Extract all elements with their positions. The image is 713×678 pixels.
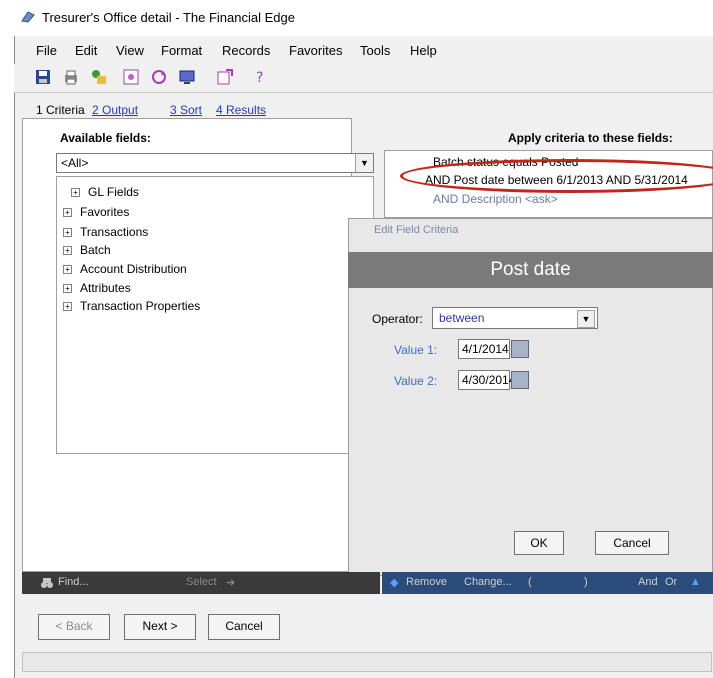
toolbar	[14, 64, 713, 93]
tree-item[interactable]: + Account Distribution	[63, 262, 187, 276]
screen-icon[interactable]	[178, 68, 196, 86]
remove-button[interactable]: Remove	[406, 576, 447, 588]
expand-icon[interactable]: +	[63, 228, 72, 238]
chevron-down-icon[interactable]: ▼	[577, 310, 595, 328]
tree-item[interactable]: + Transactions	[63, 225, 148, 239]
next-button[interactable]: Next >	[124, 614, 196, 640]
calendar-icon[interactable]	[511, 371, 529, 389]
fields-filter-combo[interactable]: <All> ▼	[56, 153, 374, 173]
expand-icon[interactable]: +	[63, 208, 72, 218]
wizard-cancel-button[interactable]: Cancel	[208, 614, 280, 640]
field-header-title: Post date	[490, 259, 571, 280]
change-button[interactable]: Change...	[464, 576, 512, 588]
menu-file[interactable]: File	[36, 43, 57, 58]
export-icon[interactable]	[216, 68, 234, 86]
fields-filter-value: <All>	[61, 156, 89, 170]
save-icon[interactable]	[34, 68, 52, 86]
tab-sort[interactable]: 3 Sort	[170, 103, 202, 117]
close-paren-button[interactable]: )	[584, 576, 588, 588]
tree-item[interactable]: + Favorites	[63, 205, 129, 219]
preview-icon[interactable]	[122, 68, 140, 86]
expand-icon[interactable]: +	[63, 302, 72, 312]
criteria-item[interactable]: AND Description <ask>	[433, 192, 558, 206]
tab-output[interactable]: 2 Output	[92, 103, 138, 117]
refresh-icon[interactable]	[150, 68, 168, 86]
arrow-left-icon: ◆	[390, 577, 399, 589]
value1-label: Value 1:	[394, 343, 438, 357]
tree-item[interactable]: + Attributes	[63, 281, 131, 295]
find-button[interactable]: Find...	[58, 576, 89, 588]
select-button[interactable]: Select	[186, 576, 217, 588]
expand-icon[interactable]: +	[71, 188, 80, 198]
arrow-up-icon[interactable]: ▲	[690, 576, 701, 588]
ok-button[interactable]: OK	[514, 531, 564, 555]
operator-label: Operator:	[372, 312, 423, 326]
window-title: Tresurer's Office detail - The Financial…	[42, 10, 295, 25]
available-fields-label: Available fields:	[60, 131, 151, 145]
tree-item[interactable]: + Transaction Properties	[63, 299, 200, 313]
value2-input[interactable]: 4/30/2014	[458, 370, 515, 390]
menu-edit[interactable]: Edit	[75, 43, 97, 58]
operator-select[interactable]: between ▼	[432, 307, 598, 329]
tree-item[interactable]: + Batch	[63, 243, 111, 257]
expand-icon[interactable]: +	[63, 265, 72, 275]
app-icon	[21, 11, 35, 23]
value2-label: Value 2:	[394, 374, 438, 388]
tab-results[interactable]: 4 Results	[216, 103, 266, 117]
cancel-button[interactable]: Cancel	[595, 531, 669, 555]
binoculars-icon[interactable]	[40, 576, 54, 590]
or-button[interactable]: Or	[665, 576, 677, 588]
menu-tools[interactable]: Tools	[360, 43, 390, 58]
operator-value: between	[439, 311, 485, 325]
menu-help[interactable]: Help	[410, 43, 437, 58]
and-button[interactable]: And	[638, 576, 658, 588]
menu-view[interactable]: View	[116, 43, 144, 58]
expand-icon[interactable]: +	[63, 284, 72, 294]
svg-text:?: ?	[256, 70, 263, 86]
criteria-label: Apply criteria to these fields:	[508, 131, 673, 145]
help-icon[interactable]: ?	[252, 68, 270, 86]
print-icon[interactable]	[62, 68, 80, 86]
expand-icon[interactable]: +	[63, 246, 72, 256]
dialog-title: Edit Field Criteria	[374, 224, 459, 236]
menu-records[interactable]: Records	[222, 43, 270, 58]
calendar-icon[interactable]	[511, 340, 529, 358]
arrow-right-icon: ➜	[226, 577, 236, 589]
fields-tree[interactable]: + GL Fields + Favorites + Transactions + Bat…	[56, 176, 374, 454]
chevron-down-icon[interactable]: ▼	[355, 154, 373, 172]
back-button[interactable]: < Back	[38, 614, 110, 640]
menu-favorites[interactable]: Favorites	[289, 43, 342, 58]
status-bar	[22, 652, 712, 672]
menu-format[interactable]: Format	[161, 43, 202, 58]
tree-item[interactable]: + GL Fields	[71, 185, 139, 199]
tab-criteria[interactable]: 1 Criteria	[36, 103, 85, 117]
open-paren-button[interactable]: (	[528, 576, 532, 588]
value1-input[interactable]: 4/1/2014	[458, 339, 510, 359]
wizard-icon[interactable]	[90, 68, 108, 86]
